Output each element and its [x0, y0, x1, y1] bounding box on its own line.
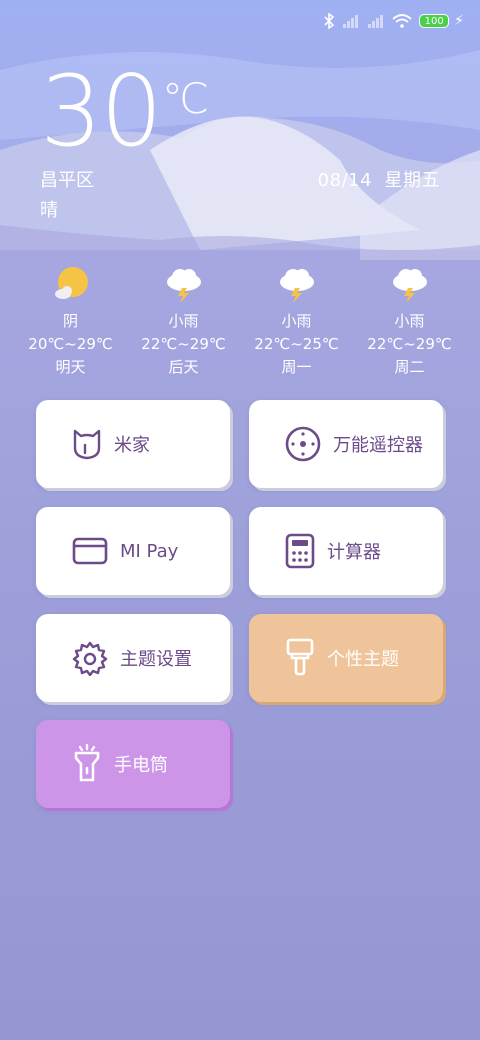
battery-indicator: 100	[419, 14, 450, 28]
current-temperature: 30	[40, 55, 163, 169]
forecast-range: 22℃~29℃	[367, 335, 452, 353]
tile-label: 个性主题	[327, 649, 399, 670]
date-value: 08/14	[317, 170, 373, 191]
gear-icon	[72, 641, 108, 676]
personal-theme-shortcut[interactable]: 个性主题	[249, 614, 443, 702]
forecast-row: 阴 20℃~29℃ 明天 小雨 22℃~29℃ 后天 小雨 22℃~25℃ 周一…	[14, 264, 466, 379]
location-label: 昌平区	[40, 170, 94, 191]
thunder-cloud-icon	[392, 269, 427, 303]
tile-label: 万能遥控器	[333, 435, 423, 456]
weekday-value: 星期五	[384, 170, 440, 191]
signal-icon	[342, 14, 360, 28]
theme-settings-shortcut[interactable]: 主题设置	[36, 614, 230, 702]
forecast-day-label: 后天	[168, 358, 199, 376]
sun-cloud-icon	[54, 267, 88, 299]
signal-icon	[367, 14, 385, 28]
forecast-range: 22℃~29℃	[141, 335, 226, 353]
forecast-condition: 小雨	[394, 312, 425, 330]
mijia-icon	[73, 429, 101, 460]
forecast-day: 阴 20℃~29℃ 明天	[14, 264, 127, 379]
flashlight-icon	[74, 744, 100, 782]
status-bar: 100 ⚡	[323, 8, 464, 34]
thunder-cloud-icon	[166, 269, 201, 303]
forecast-condition: 小雨	[281, 312, 312, 330]
calculator-shortcut[interactable]: 计算器	[249, 507, 443, 595]
remote-icon	[285, 426, 321, 462]
forecast-condition: 阴	[62, 312, 78, 330]
forecast-range: 22℃~25℃	[254, 335, 339, 353]
calculator-icon	[285, 533, 315, 569]
condition-label: 晴	[40, 200, 58, 221]
forecast-condition: 小雨	[168, 312, 199, 330]
bluetooth-icon	[323, 13, 335, 29]
tile-label: 手电筒	[114, 755, 168, 776]
flashlight-shortcut[interactable]: 手电筒	[36, 720, 230, 808]
thunder-cloud-icon	[279, 269, 314, 303]
card-icon	[72, 537, 108, 565]
forecast-day-label: 明天	[55, 358, 86, 376]
remote-shortcut[interactable]: 万能遥控器	[249, 400, 443, 488]
forecast-day: 小雨 22℃~29℃ 后天	[127, 264, 240, 379]
tile-label: 米家	[114, 435, 150, 456]
tile-label: 计算器	[327, 542, 381, 563]
current-weather[interactable]: 30 ℃	[40, 55, 209, 169]
date-label: 08/14 星期五	[318, 166, 440, 192]
forecast-day: 小雨 22℃~25℃ 周一	[240, 264, 353, 379]
forecast-range: 20℃~29℃	[28, 335, 113, 353]
wifi-icon	[392, 14, 412, 28]
tile-label: 主题设置	[120, 649, 192, 670]
tile-label: MI Pay	[120, 540, 179, 562]
forecast-day-label: 周一	[281, 358, 312, 376]
mipay-shortcut[interactable]: MI Pay	[36, 507, 230, 595]
temperature-unit: ℃	[162, 74, 210, 123]
forecast-day-label: 周二	[394, 358, 425, 376]
mijia-shortcut[interactable]: 米家	[36, 400, 230, 488]
brush-icon	[286, 638, 314, 676]
bolt-icon: ⚡	[454, 13, 464, 29]
forecast-day: 小雨 22℃~29℃ 周二	[353, 264, 466, 379]
